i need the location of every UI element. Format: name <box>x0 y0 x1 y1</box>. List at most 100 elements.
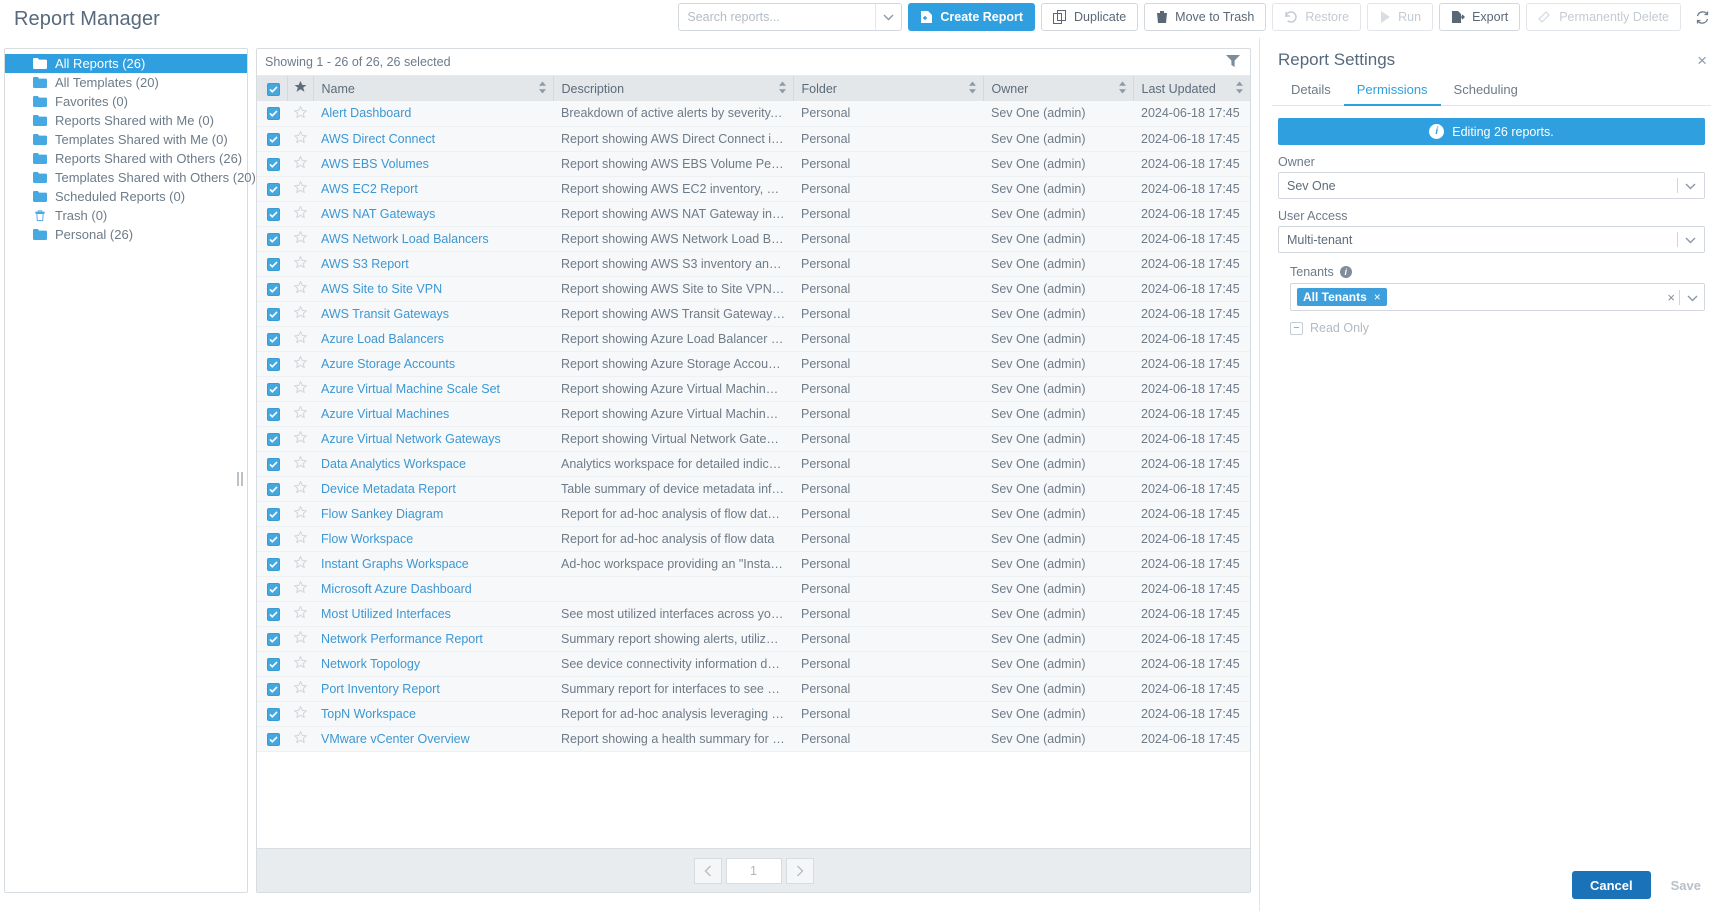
report-name-link[interactable]: Network Topology <box>321 657 420 671</box>
report-name-link[interactable]: AWS Direct Connect <box>321 132 435 146</box>
report-name-link[interactable]: Azure Virtual Machine Scale Set <box>321 382 500 396</box>
row-select-cell[interactable] <box>257 351 287 377</box>
chevron-down-icon[interactable] <box>875 4 901 30</box>
row-checkbox[interactable] <box>267 732 280 746</box>
star-icon[interactable] <box>292 580 308 596</box>
search-input[interactable] <box>679 4 876 30</box>
star-icon[interactable] <box>292 680 308 696</box>
star-icon[interactable] <box>292 130 308 146</box>
row-select-cell[interactable] <box>257 426 287 452</box>
row-select-cell[interactable] <box>257 126 287 152</box>
row-name-cell[interactable]: Port Inventory Report <box>313 676 553 702</box>
panel-splitter-handle[interactable] <box>236 471 244 487</box>
star-icon[interactable] <box>292 530 308 546</box>
star-icon[interactable] <box>292 180 308 196</box>
row-favorite-cell[interactable] <box>287 626 313 652</box>
chevron-down-icon[interactable] <box>1685 179 1696 193</box>
row-checkbox[interactable] <box>267 307 280 321</box>
sort-icon[interactable] <box>778 81 787 96</box>
report-name-link[interactable]: AWS S3 Report <box>321 257 409 271</box>
row-name-cell[interactable]: Microsoft Azure Dashboard <box>313 576 553 602</box>
row-favorite-cell[interactable] <box>287 426 313 452</box>
report-name-link[interactable]: Flow Sankey Diagram <box>321 507 443 521</box>
star-icon[interactable] <box>292 480 308 496</box>
report-name-link[interactable]: VMware vCenter Overview <box>321 732 470 746</box>
row-favorite-cell[interactable] <box>287 576 313 602</box>
row-name-cell[interactable]: AWS NAT Gateways <box>313 201 553 227</box>
sidebar-item-all-templates-20[interactable]: All Templates (20) <box>5 73 247 92</box>
refresh-icon[interactable] <box>1689 4 1715 30</box>
table-row[interactable]: TopN Workspace Report for ad-hoc analysis… <box>257 701 1250 727</box>
table-row[interactable]: Instant Graphs Workspace Ad-hoc workspace… <box>257 551 1250 577</box>
sidebar-item-favorites-0[interactable]: Favorites (0) <box>5 92 247 111</box>
star-icon[interactable] <box>292 355 308 371</box>
owner-select[interactable]: Sev One <box>1278 172 1705 199</box>
star-icon[interactable] <box>292 230 308 246</box>
row-name-cell[interactable]: Flow Sankey Diagram <box>313 501 553 527</box>
row-name-cell[interactable]: Azure Storage Accounts <box>313 351 553 377</box>
run-button[interactable]: Run <box>1367 3 1434 31</box>
row-select-cell[interactable] <box>257 251 287 277</box>
row-select-cell[interactable] <box>257 626 287 652</box>
table-row[interactable]: Data Analytics Workspace Analytics worksp… <box>257 451 1250 477</box>
row-name-cell[interactable]: Azure Load Balancers <box>313 326 553 352</box>
report-name-link[interactable]: Alert Dashboard <box>321 106 411 120</box>
row-name-cell[interactable]: AWS EBS Volumes <box>313 151 553 177</box>
search-field-wrapper[interactable] <box>678 3 903 31</box>
row-favorite-cell[interactable] <box>287 301 313 327</box>
table-row[interactable]: Azure Virtual Machine Scale Set Report sh… <box>257 376 1250 402</box>
row-name-cell[interactable]: Azure Virtual Machines <box>313 401 553 427</box>
star-icon[interactable] <box>292 705 308 721</box>
row-checkbox[interactable] <box>267 407 280 421</box>
row-favorite-cell[interactable] <box>287 451 313 477</box>
row-favorite-cell[interactable] <box>287 226 313 252</box>
row-select-cell[interactable] <box>257 576 287 602</box>
tab-details[interactable]: Details <box>1278 76 1344 106</box>
table-row[interactable]: AWS Site to Site VPN Report showing AWS S… <box>257 276 1250 302</box>
report-name-link[interactable]: AWS Transit Gateways <box>321 307 449 321</box>
row-checkbox[interactable] <box>267 607 280 621</box>
row-select-cell[interactable] <box>257 651 287 677</box>
row-name-cell[interactable]: VMware vCenter Overview <box>313 726 553 752</box>
table-row[interactable]: AWS Transit Gateways Report showing AWS T… <box>257 301 1250 327</box>
row-checkbox[interactable] <box>267 457 280 471</box>
report-name-link[interactable]: AWS NAT Gateways <box>321 207 435 221</box>
table-row[interactable]: Flow Sankey Diagram Report for ad-hoc ana… <box>257 501 1250 527</box>
row-select-cell[interactable] <box>257 726 287 752</box>
sidebar-item-scheduled-reports-0[interactable]: Scheduled Reports (0) <box>5 187 247 206</box>
table-row[interactable]: Azure Storage Accounts Report showing Azu… <box>257 351 1250 377</box>
row-checkbox[interactable] <box>267 707 280 721</box>
tab-permissions[interactable]: Permissions <box>1343 76 1441 106</box>
sort-icon[interactable] <box>1118 81 1127 96</box>
table-row[interactable]: Microsoft Azure Dashboard Personal Sev One… <box>257 576 1250 602</box>
row-checkbox[interactable] <box>267 157 280 171</box>
export-button[interactable]: Export <box>1439 3 1521 31</box>
column-header-description[interactable]: Description <box>553 76 794 101</box>
row-select-cell[interactable] <box>257 551 287 577</box>
table-row[interactable]: Flow Workspace Report for ad-hoc analysis… <box>257 526 1250 552</box>
row-name-cell[interactable]: Flow Workspace <box>313 526 553 552</box>
row-checkbox[interactable] <box>267 557 280 571</box>
table-row[interactable]: Device Metadata Report Table summary of d… <box>257 476 1250 502</box>
report-name-link[interactable]: Azure Load Balancers <box>321 332 444 346</box>
report-name-link[interactable]: Azure Virtual Machines <box>321 407 449 421</box>
create-report-button[interactable]: Create Report <box>908 3 1036 31</box>
row-select-cell[interactable] <box>257 176 287 202</box>
cancel-button[interactable]: Cancel <box>1571 871 1651 899</box>
row-name-cell[interactable]: Alert Dashboard <box>313 101 553 127</box>
clear-all-icon[interactable]: × <box>1663 290 1679 305</box>
save-button[interactable]: Save <box>1661 878 1711 893</box>
row-checkbox[interactable] <box>267 657 280 671</box>
row-checkbox[interactable] <box>267 107 280 121</box>
row-favorite-cell[interactable] <box>287 126 313 152</box>
table-row[interactable]: AWS Direct Connect Report showing AWS Dir… <box>257 126 1250 152</box>
row-favorite-cell[interactable] <box>287 351 313 377</box>
table-row[interactable]: Alert Dashboard Breakdown of active alert… <box>257 101 1250 127</box>
user-access-select[interactable]: Multi-tenant <box>1278 226 1705 253</box>
close-icon[interactable]: × <box>1693 52 1711 69</box>
row-checkbox[interactable] <box>267 182 280 196</box>
report-name-link[interactable]: Device Metadata Report <box>321 482 456 496</box>
report-name-link[interactable]: Network Performance Report <box>321 632 483 646</box>
row-select-cell[interactable] <box>257 201 287 227</box>
select-all-checkbox[interactable] <box>267 82 280 96</box>
